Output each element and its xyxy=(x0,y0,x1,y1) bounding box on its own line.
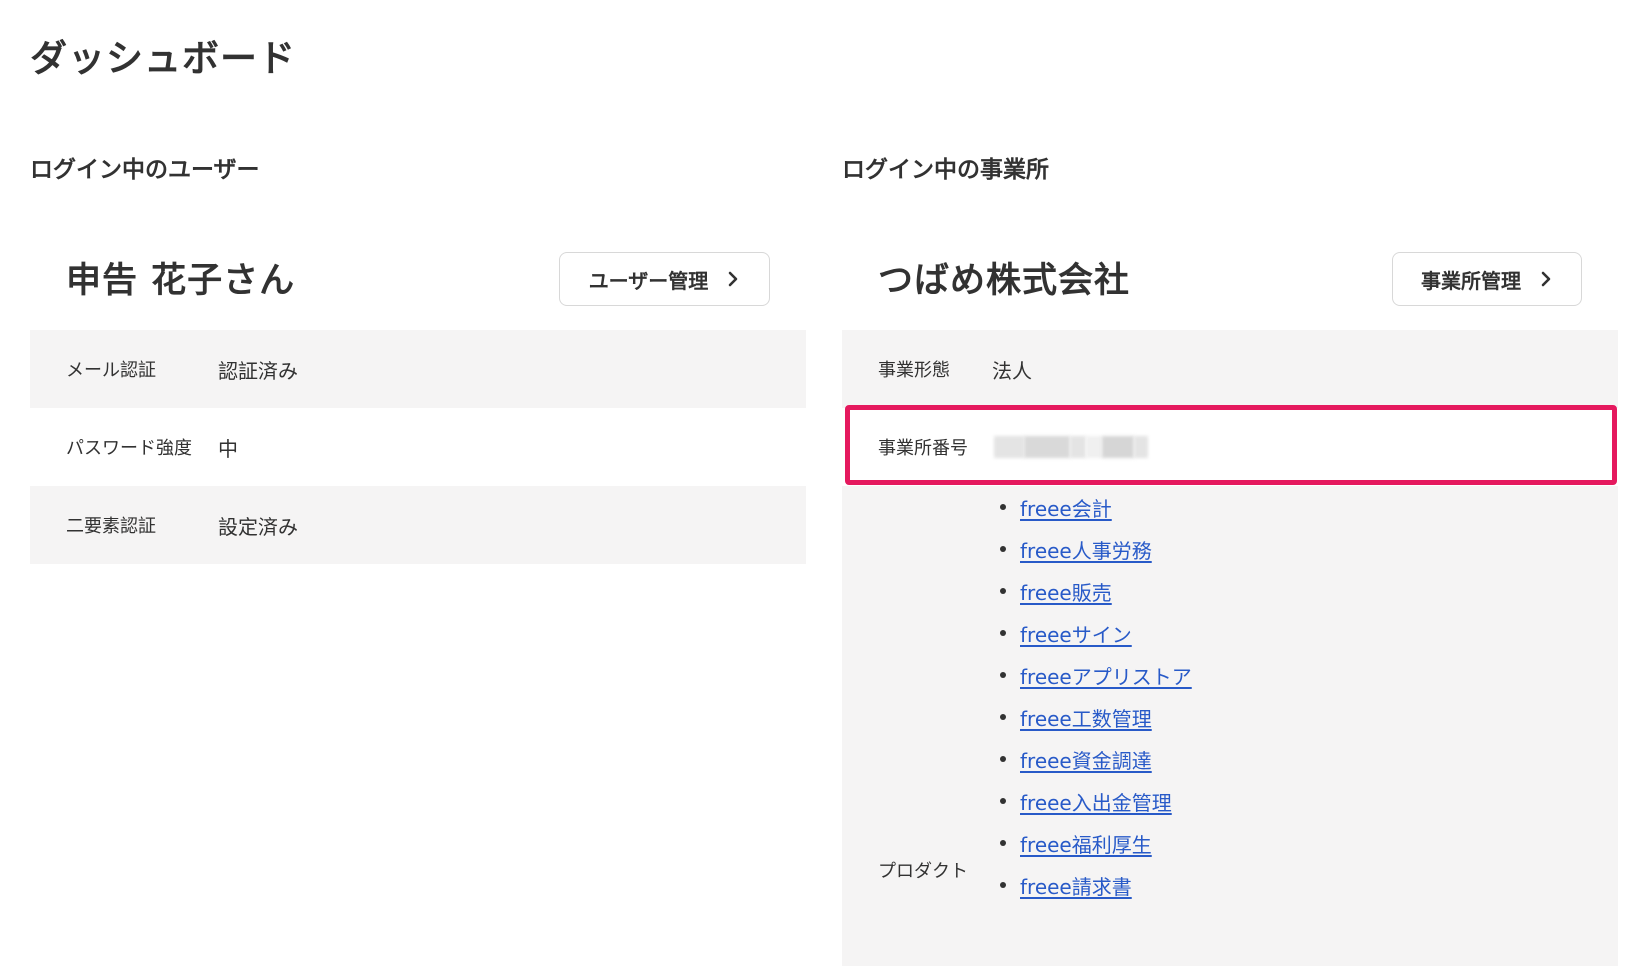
list-item: freee販売 xyxy=(1000,570,1192,612)
user-info-table: メール認証 認証済み パスワード強度 中 二要素認証 設定済み xyxy=(30,330,806,564)
list-item: freee福利厚生 xyxy=(1000,822,1192,864)
product-link[interactable]: freee福利厚生 xyxy=(1020,829,1152,858)
office-number-row: 事業所番号 xyxy=(842,408,1618,486)
user-management-button-label: ユーザー管理 xyxy=(588,268,709,293)
office-management-button[interactable]: 事業所管理 xyxy=(1392,252,1582,306)
dashboard-page: ダッシュボード ログイン中のユーザー ログイン中の事業所 申告 花子さん ユーザ… xyxy=(0,0,1646,966)
office-name: つばめ株式会社 xyxy=(878,261,1131,301)
row-value: 認証済み xyxy=(218,358,298,383)
chevron-right-icon xyxy=(1539,270,1553,288)
product-link[interactable]: freee会計 xyxy=(1020,493,1112,522)
row-label: パスワード強度 xyxy=(66,438,192,459)
list-item: freee請求書 xyxy=(1000,864,1192,906)
row-label: 事業所番号 xyxy=(878,438,968,459)
user-section-title: ログイン中のユーザー xyxy=(30,157,260,183)
list-item: freeeアプリストア xyxy=(1000,654,1192,696)
page-title: ダッシュボード xyxy=(30,37,296,80)
office-management-button-label: 事業所管理 xyxy=(1421,268,1521,293)
product-link[interactable]: freee人事労務 xyxy=(1020,535,1152,564)
list-item: freee工数管理 xyxy=(1000,696,1192,738)
chevron-right-icon xyxy=(726,270,740,288)
office-number-redacted xyxy=(994,435,1148,459)
product-link[interactable]: freeeサイン xyxy=(1020,619,1132,648)
product-link[interactable]: freee工数管理 xyxy=(1020,703,1152,732)
two-factor-row: 二要素認証 設定済み xyxy=(30,486,806,564)
list-item: freeeサイン xyxy=(1000,612,1192,654)
products-label: プロダクト xyxy=(878,861,968,882)
user-name: 申告 花子さん xyxy=(66,261,296,301)
product-link[interactable]: freee販売 xyxy=(1020,577,1112,606)
product-link[interactable]: freee資金調達 xyxy=(1020,745,1152,774)
business-type-row: 事業形態 法人 xyxy=(842,330,1618,408)
product-link[interactable]: freeeアプリストア xyxy=(1020,661,1192,690)
email-verification-row: メール認証 認証済み xyxy=(30,330,806,408)
products-section: プロダクト freee会計 freee人事労務 freee販売 freeeサイン… xyxy=(842,486,1618,966)
row-label: メール認証 xyxy=(66,360,156,381)
list-item: freee人事労務 xyxy=(1000,528,1192,570)
office-info-table: 事業形態 法人 事業所番号 プロダクト freee会計 freee人事労務 fr… xyxy=(842,330,1618,966)
password-strength-row: パスワード強度 中 xyxy=(30,408,806,486)
row-value: 法人 xyxy=(992,358,1032,383)
product-list: freee会計 freee人事労務 freee販売 freeeサイン freee… xyxy=(1000,486,1192,906)
product-link[interactable]: freee入出金管理 xyxy=(1020,787,1172,816)
row-label: 事業形態 xyxy=(878,360,950,381)
list-item: freee会計 xyxy=(1000,486,1192,528)
user-management-button[interactable]: ユーザー管理 xyxy=(559,252,770,306)
product-link[interactable]: freee請求書 xyxy=(1020,871,1132,900)
list-item: freee入出金管理 xyxy=(1000,780,1192,822)
row-value: 中 xyxy=(218,436,238,461)
office-section-title: ログイン中の事業所 xyxy=(842,157,1049,183)
row-label: 二要素認証 xyxy=(66,516,156,537)
list-item: freee資金調達 xyxy=(1000,738,1192,780)
row-value: 設定済み xyxy=(218,514,298,539)
